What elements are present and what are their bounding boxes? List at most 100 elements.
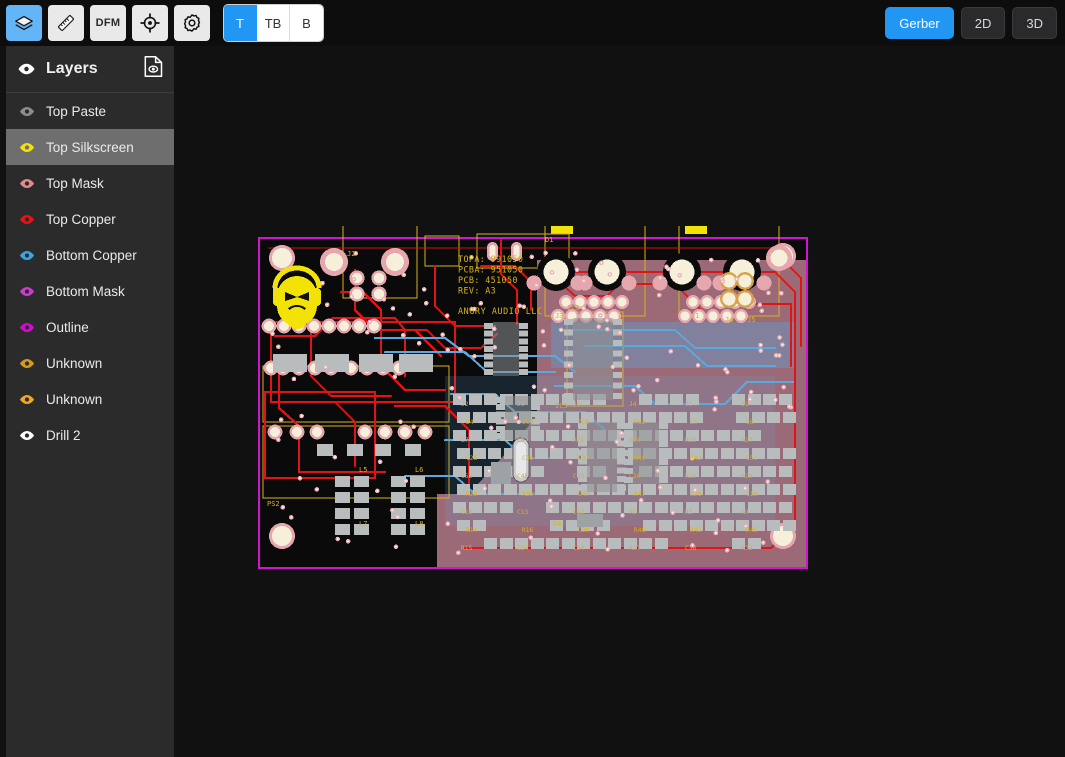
layer-row-top-copper[interactable]: Top Copper [6, 201, 174, 237]
svg-text:PCB: 451050: PCB: 451050 [458, 275, 518, 285]
dfm-text: DFM [95, 17, 121, 29]
view-mode-gerber[interactable]: Gerber [885, 7, 954, 39]
top-toolbar: DFM T TB B Gerber 2D 3D [0, 0, 1065, 46]
svg-text:L8: L8 [517, 437, 525, 444]
svg-text:C47: C47 [578, 491, 589, 498]
eye-icon[interactable] [18, 391, 35, 408]
svg-text:L7: L7 [359, 520, 367, 528]
svg-text:J2: J2 [461, 401, 469, 408]
layer-row-unknown[interactable]: Unknown [6, 381, 174, 417]
svg-text:L6: L6 [415, 466, 423, 474]
svg-text:ANGRY AUDIO LLC: ANGRY AUDIO LLC [458, 306, 543, 316]
align-tool-button[interactable] [132, 5, 168, 41]
svg-text:J4: J4 [725, 316, 733, 324]
side-button-top[interactable]: T [224, 5, 257, 41]
layer-row-drill-2[interactable]: Drill 2 [6, 417, 174, 453]
layers-panel: Layers Top Paste Top Silkscreen Top Mask To… [6, 46, 174, 757]
layers-tool-button[interactable] [6, 5, 42, 41]
svg-text:C52: C52 [461, 473, 472, 480]
ruler-icon [55, 12, 77, 34]
svg-text:R33: R33 [741, 545, 752, 552]
svg-text:TOPA: 991050: TOPA: 991050 [458, 254, 523, 264]
layer-row-top-paste[interactable]: Top Paste [6, 93, 174, 129]
svg-text:C54: C54 [573, 545, 584, 552]
eye-icon[interactable] [18, 211, 35, 228]
svg-text:D4: D4 [553, 520, 561, 528]
svg-text:C51: C51 [746, 455, 757, 462]
pcb-board[interactable]: J2 J3 J1 J4 J5 D1 D4 IC3 IC5 PS2 L5 L6 L7 L8 R21 R24 R23… [255, 221, 815, 591]
eye-icon[interactable] [18, 61, 35, 78]
view-mode-3d[interactable]: 3D [1012, 7, 1057, 39]
svg-text:R37: R37 [629, 545, 640, 552]
layer-row-bottom-copper[interactable]: Bottom Copper [6, 237, 174, 273]
eye-icon[interactable] [18, 139, 35, 156]
layer-row-outline[interactable]: Outline [6, 309, 174, 345]
crosshair-icon [139, 12, 161, 34]
pcb-canvas[interactable]: J2 J3 J1 J4 J5 D1 D4 IC3 IC5 PS2 L5 L6 L7 L8 R21 R24 R23… [175, 46, 1065, 757]
svg-text:PS2: PS2 [267, 500, 280, 508]
svg-text:C24: C24 [629, 473, 640, 480]
svg-text:R17: R17 [741, 437, 752, 444]
svg-text:R3: R3 [685, 509, 693, 516]
svg-text:C36: C36 [522, 455, 533, 462]
eye-icon[interactable] [18, 319, 35, 336]
svg-text:L6: L6 [746, 419, 754, 426]
eye-icon[interactable] [18, 175, 35, 192]
layer-row-unknown[interactable]: Unknown [6, 345, 174, 381]
svg-text:D4: D4 [466, 419, 474, 426]
svg-text:C38: C38 [573, 473, 584, 480]
svg-text:R45: R45 [634, 455, 645, 462]
layer-label: Top Silkscreen [46, 139, 134, 155]
eye-icon[interactable] [18, 103, 35, 120]
layer-label: Top Paste [46, 103, 107, 119]
settings-tool-button[interactable] [174, 5, 210, 41]
svg-text:REV: A3: REV: A3 [458, 286, 496, 296]
svg-text:L5: L5 [690, 419, 698, 426]
pcb-gerber-viewer: DFM T TB B Gerber 2D 3D Layers Top Paste… [0, 0, 1065, 757]
svg-text:D1: D1 [741, 401, 749, 408]
side-select-group: T TB B [224, 5, 323, 41]
svg-text:C24: C24 [517, 545, 528, 552]
layer-row-top-silkscreen[interactable]: Top Silkscreen [6, 129, 174, 165]
layer-row-top-mask[interactable]: Top Mask [6, 165, 174, 201]
dfm-tool-button[interactable]: DFM [90, 5, 126, 41]
svg-text:R43: R43 [690, 527, 701, 534]
svg-text:R1: R1 [629, 509, 637, 516]
svg-text:R24: R24 [629, 437, 640, 444]
svg-text:L5: L5 [359, 466, 367, 474]
view-mode-group: Gerber 2D 3D [885, 7, 1057, 39]
svg-text:J5: J5 [747, 316, 755, 324]
measure-tool-button[interactable] [48, 5, 84, 41]
layer-label: Unknown [46, 355, 103, 371]
layers-panel-header: Layers [6, 46, 174, 93]
svg-text:PCBA: 951050: PCBA: 951050 [458, 265, 523, 275]
layers-list: Top Paste Top Silkscreen Top Mask Top Coppe… [6, 93, 174, 453]
view-mode-2d[interactable]: 2D [960, 7, 1006, 39]
svg-text:J3: J3 [555, 312, 563, 320]
layer-label: Unknown [46, 391, 103, 407]
svg-text:J4: J4 [629, 401, 637, 408]
svg-text:J2: J2 [347, 250, 355, 258]
side-button-topbottom[interactable]: TB [257, 5, 290, 41]
svg-text:R14: R14 [466, 527, 477, 534]
eye-icon[interactable] [18, 427, 35, 444]
gerber-render: J2 J3 J1 J4 J5 D1 D4 IC3 IC5 PS2 L5 L6 L7 L8 R21 R24 R23… [258, 221, 808, 569]
eye-icon[interactable] [18, 355, 35, 372]
svg-text:J1: J1 [573, 401, 581, 408]
svg-text:L7: L7 [461, 437, 469, 444]
toolbar-tool-group: DFM T TB B [6, 5, 323, 41]
svg-text:C45: C45 [517, 473, 528, 480]
svg-text:C12: C12 [573, 509, 584, 516]
eye-icon[interactable] [18, 247, 35, 264]
svg-text:C16: C16 [746, 491, 757, 498]
layer-label: Bottom Copper [46, 247, 137, 263]
document-eye-icon[interactable] [144, 56, 163, 83]
svg-text:C13: C13 [517, 509, 528, 516]
svg-text:R21: R21 [573, 437, 584, 444]
svg-text:R15: R15 [461, 545, 472, 552]
eye-icon[interactable] [18, 283, 35, 300]
svg-text:R23: R23 [685, 437, 696, 444]
side-button-bottom[interactable]: B [290, 5, 323, 41]
svg-text:R9: R9 [741, 509, 749, 516]
layer-row-bottom-mask[interactable]: Bottom Mask [6, 273, 174, 309]
